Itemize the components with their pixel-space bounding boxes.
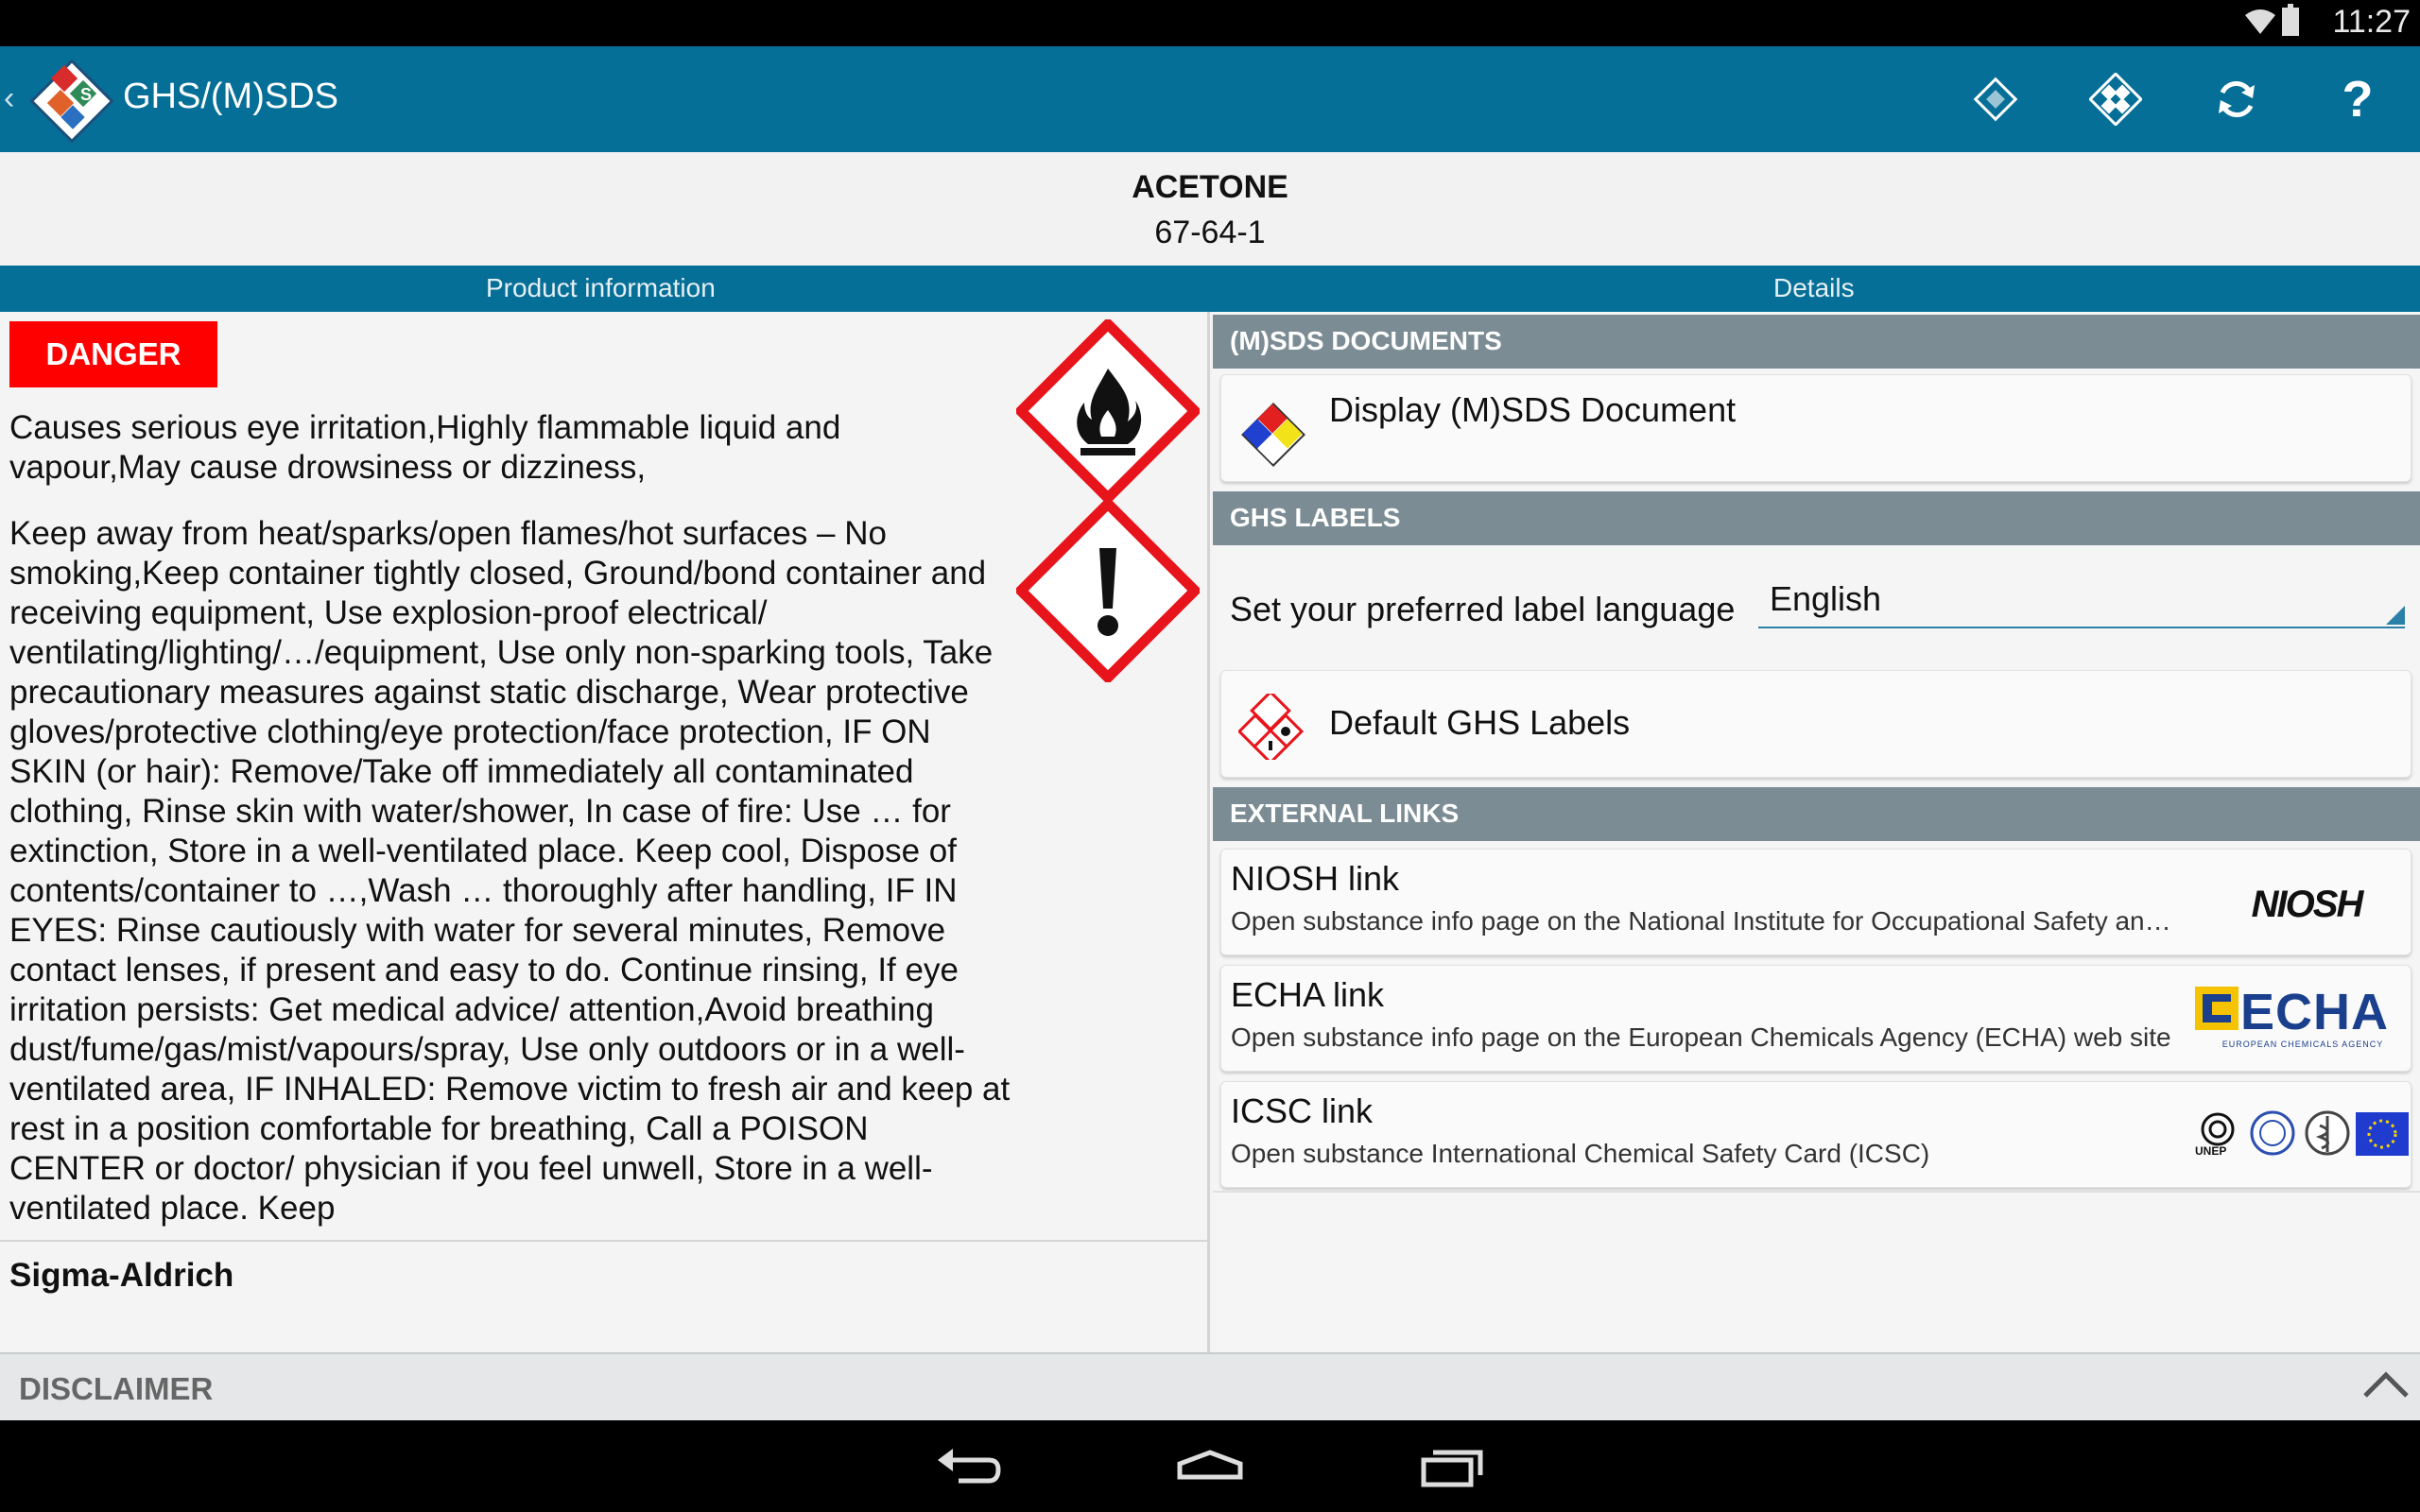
ilo-logo-icon: [2250, 1110, 2295, 1156]
icsc-link-title: ICSC link: [1231, 1091, 1374, 1130]
wifi-icon: [2245, 9, 2275, 34]
eu-flag-icon: [2356, 1112, 2409, 1156]
section-external-links: EXTERNAL LINKS: [1213, 787, 2420, 841]
back-icon[interactable]: [930, 1439, 1006, 1496]
display-msds-label: Display (M)SDS Document: [1329, 390, 1737, 429]
unep-logo-text: UNEP: [2195, 1144, 2227, 1158]
divider: [1213, 1191, 2420, 1193]
precautionary-statements: Keep away from heat/sparks/open flames/h…: [9, 515, 1011, 1227]
section-msds-documents: (M)SDS DOCUMENTS: [1213, 315, 2420, 369]
divider: [0, 1240, 1207, 1242]
niosh-link-title: NIOSH link: [1231, 859, 1400, 898]
product-header: ACETONE 67-64-1: [0, 152, 2420, 266]
pictogram-diamond-icon[interactable]: [1967, 71, 2024, 128]
exclamation-mark-icon: [1016, 499, 1200, 682]
diamond-outline-icon: [1973, 77, 2018, 122]
cas-number: 67-64-1: [1154, 215, 1266, 250]
flame-icon: [1016, 319, 1200, 503]
niosh-logo: NIOSH: [2251, 884, 2364, 925]
tab-product-information[interactable]: Product information: [486, 273, 716, 303]
language-select[interactable]: English: [1758, 579, 2405, 628]
battery-icon: [2282, 4, 2299, 36]
navigation-bar: [0, 1420, 2420, 1512]
nfpa-diamond-icon: [1241, 403, 1305, 467]
dropdown-arrow-icon: [2386, 606, 2405, 625]
help-button[interactable]: ?: [2329, 71, 2386, 128]
recent-apps-icon[interactable]: [1414, 1439, 1490, 1496]
niosh-link-card[interactable]: NIOSH link Open substance info page on t…: [1220, 849, 2411, 955]
niosh-link-description: Open substance info page on the National…: [1231, 906, 2171, 936]
app-bar: ‹ S GHS/(M)SDS ?: [0, 46, 2420, 152]
svg-text:S: S: [80, 85, 92, 104]
up-caret-icon[interactable]: ‹: [4, 80, 14, 117]
echa-logo-subtext: EUROPEAN CHEMICALS AGENCY: [2221, 1040, 2384, 1049]
refresh-button[interactable]: [2208, 71, 2265, 128]
disclaimer-bar[interactable]: DISCLAIMER: [0, 1352, 2420, 1420]
product-name: ACETONE: [1132, 169, 1288, 205]
grid-diamond-icon: [2089, 73, 2142, 126]
default-ghs-labels-label: Default GHS Labels: [1329, 703, 1631, 742]
echa-link-card[interactable]: ECHA link Open substance info page on th…: [1220, 965, 2411, 1072]
status-bar: 11:27: [0, 0, 2420, 46]
echa-logo-text: ECHA: [2240, 984, 2390, 1040]
icsc-link-description: Open substance International Chemical Sa…: [1231, 1139, 1930, 1168]
product-info-scroll[interactable]: DANGER Causes serious eye irritation,Hig…: [0, 312, 1210, 1230]
echa-link-title: ECHA link: [1231, 975, 1385, 1014]
display-msds-card[interactable]: Display (M)SDS Document: [1220, 374, 2411, 482]
app-title: GHS/(M)SDS: [123, 77, 338, 116]
label-language-text: Set your preferred label language: [1230, 590, 1736, 628]
chevron-up-icon[interactable]: [2361, 1366, 2411, 1403]
who-logo-icon: [2305, 1110, 2350, 1156]
supplier-name: Sigma-Aldrich: [9, 1257, 234, 1294]
question-mark-icon: ?: [2342, 71, 2374, 128]
language-selected-value: English: [1770, 579, 1882, 618]
icsc-link-card[interactable]: ICSC link Open substance International C…: [1220, 1081, 2411, 1188]
clock: 11:27: [2332, 4, 2411, 40]
echa-mark-icon: [2195, 987, 2238, 1030]
multi-diamond-icon[interactable]: [2087, 71, 2144, 128]
echa-logo: ECHA EUROPEAN CHEMICALS AGENCY: [2195, 983, 2411, 1058]
hazard-statements: Causes serious eye irritation,Highly fla…: [9, 409, 841, 486]
tab-details[interactable]: Details: [1773, 273, 1855, 303]
section-ghs-labels: GHS LABELS: [1213, 491, 2420, 545]
disclaimer-label: DISCLAIMER: [19, 1371, 214, 1406]
ghs-labels-icon: [1238, 694, 1305, 760]
refresh-icon: [2219, 81, 2255, 117]
signal-word-badge: DANGER: [9, 321, 217, 387]
tab-bar: Product information Details: [0, 266, 2420, 312]
echa-link-description: Open substance info page on the European…: [1231, 1022, 2171, 1052]
app-logo[interactable]: S: [26, 56, 117, 146]
product-info-pane: DANGER Causes serious eye irritation,Hig…: [0, 312, 1210, 1352]
default-ghs-labels-card[interactable]: Default GHS Labels: [1220, 670, 2411, 778]
home-icon[interactable]: [1172, 1439, 1248, 1496]
label-language-row: Set your preferred label language Englis…: [1213, 545, 2420, 668]
icsc-logos: UNEP: [2191, 1110, 2411, 1163]
details-pane: (M)SDS DOCUMENTS Display (M)SDS Document…: [1213, 312, 2420, 1352]
